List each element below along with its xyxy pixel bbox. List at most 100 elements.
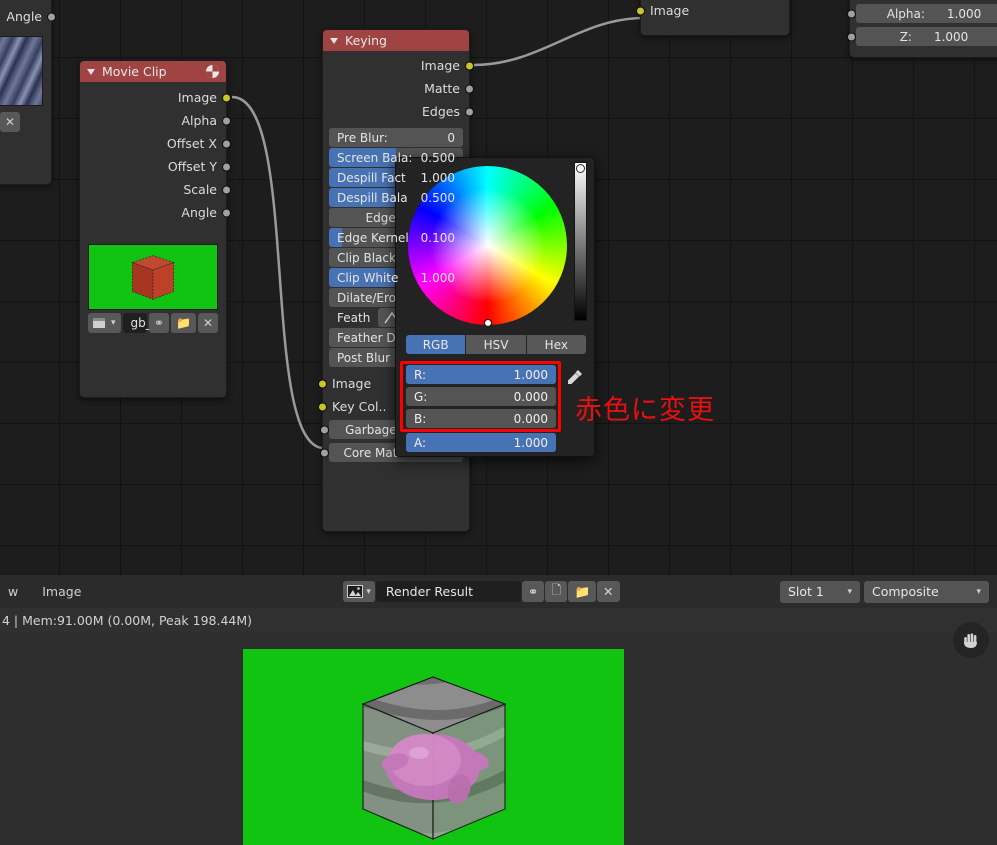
movie-clip-datablock[interactable]: ▾ gb_d ⚭ 📁 ✕ bbox=[88, 313, 218, 333]
socket-scale[interactable] bbox=[222, 185, 231, 194]
folder-icon[interactable]: 📁 bbox=[170, 313, 196, 333]
socket-row-alpha[interactable]: Alpha bbox=[80, 109, 231, 132]
socket-z-composite[interactable] bbox=[847, 32, 856, 41]
composite-node-right[interactable]: Image Alpha: 1.000 Z: 1.000 bbox=[847, 0, 997, 58]
movie-clip-icon bbox=[205, 64, 220, 79]
socket-angle[interactable] bbox=[222, 208, 231, 217]
color-wheel-cursor[interactable] bbox=[484, 319, 492, 327]
collapse-triangle-icon[interactable] bbox=[330, 37, 338, 44]
socket-label-offset-y: Offset Y bbox=[167, 159, 217, 174]
image-menu[interactable]: Image bbox=[42, 584, 81, 599]
image-editor-header[interactable]: w Image ▾ Render Result ⚭ 🗋 📁 ✕ Slot 1 ▾… bbox=[0, 575, 997, 608]
socket-image[interactable] bbox=[222, 93, 231, 102]
socket-row-scale[interactable]: Scale bbox=[80, 178, 231, 201]
image-node-top[interactable]: Image bbox=[636, 0, 790, 36]
prop-clip-white[interactable]: Clip White 1.000 bbox=[329, 268, 463, 287]
tab-rgb[interactable]: RGB bbox=[406, 335, 466, 354]
socket-offset-y[interactable] bbox=[222, 162, 231, 171]
socket-key-color[interactable] bbox=[318, 402, 327, 411]
compositor-node-editor[interactable]: Angle ⚭ 📁 ✕ Movie Clip bbox=[0, 0, 997, 575]
tab-hex[interactable]: Hex bbox=[526, 335, 586, 354]
shield-icon[interactable]: ⚭ bbox=[148, 313, 169, 333]
prop-screen-balance[interactable]: Screen Bala: 0.500 bbox=[329, 148, 463, 167]
color-mode-tabs[interactable]: RGB HSV Hex bbox=[406, 335, 586, 354]
socket-row-angle[interactable]: Angle bbox=[80, 201, 231, 224]
socket-offset-x[interactable] bbox=[222, 139, 231, 148]
image-editor[interactable]: w Image ▾ Render Result ⚭ 🗋 📁 ✕ Slot 1 ▾… bbox=[0, 575, 997, 845]
socket-label-angle: Angle bbox=[181, 205, 217, 220]
channel-b[interactable]: B: 0.000 bbox=[406, 409, 556, 428]
socket-label-image: Image bbox=[420, 58, 460, 73]
movie-clip-node-header[interactable]: Movie Clip bbox=[80, 61, 226, 82]
socket-label-image-in: Image bbox=[332, 376, 372, 391]
value-slider-cursor[interactable] bbox=[576, 164, 585, 173]
socket-garbage-matte[interactable] bbox=[320, 425, 329, 434]
shield-icon[interactable]: ⚭ bbox=[521, 581, 545, 602]
socket-label-key-color: Key Col.. bbox=[332, 399, 387, 414]
socket-label-offset-x: Offset X bbox=[166, 136, 217, 151]
socket-image-top[interactable] bbox=[636, 6, 645, 15]
channel-g-value: 0.000 bbox=[513, 389, 548, 404]
copy-icon[interactable]: 🗋 bbox=[545, 581, 568, 602]
socket-row-matte[interactable]: Matte bbox=[323, 77, 474, 100]
slot-label: Slot 1 bbox=[788, 584, 824, 599]
socket-matte[interactable] bbox=[465, 84, 474, 93]
hand-icon[interactable] bbox=[953, 622, 989, 658]
value-slider[interactable] bbox=[574, 162, 587, 321]
socket-edges[interactable] bbox=[465, 107, 474, 116]
socket-alpha[interactable] bbox=[222, 116, 231, 125]
channel-a-label: A: bbox=[414, 435, 427, 450]
eyedropper-icon[interactable] bbox=[565, 367, 585, 387]
close-icon[interactable]: ✕ bbox=[0, 112, 21, 132]
image-datablock-name[interactable]: Render Result bbox=[375, 581, 521, 602]
close-icon[interactable]: ✕ bbox=[597, 581, 620, 602]
socket-image-in[interactable] bbox=[318, 379, 327, 388]
editor-type-menu[interactable]: w bbox=[8, 584, 18, 599]
collapse-triangle-icon[interactable] bbox=[87, 68, 95, 75]
socket-row-image-out[interactable]: Image bbox=[323, 54, 474, 77]
socket-row-edges[interactable]: Edges bbox=[323, 100, 474, 123]
socket-image-out[interactable] bbox=[465, 61, 474, 70]
tab-hsv[interactable]: HSV bbox=[466, 335, 526, 354]
image-node-buttons[interactable]: ⚭ 📁 ✕ bbox=[0, 112, 43, 132]
channel-r[interactable]: R: 1.000 bbox=[406, 365, 556, 384]
channel-g[interactable]: G: 0.000 bbox=[406, 387, 556, 406]
socket-row-z-composite[interactable]: Z: 1.000 bbox=[847, 25, 997, 48]
prop-despill-factor[interactable]: Despill Fact 1.000 bbox=[329, 168, 463, 187]
image-canvas[interactable] bbox=[0, 632, 997, 845]
socket-row-angle[interactable]: Angle bbox=[0, 5, 56, 28]
clip-browse-icon[interactable]: ▾ bbox=[88, 313, 121, 333]
layer-label: Composite bbox=[872, 584, 939, 599]
socket-row-alpha-composite[interactable]: Alpha: 1.000 bbox=[847, 2, 997, 25]
channel-b-value: 0.000 bbox=[513, 411, 548, 426]
keying-node-title: Keying bbox=[345, 33, 387, 48]
image-browse-icon[interactable]: ▾ bbox=[343, 581, 375, 602]
socket-core-matte[interactable] bbox=[320, 448, 329, 457]
channel-g-label: G: bbox=[414, 389, 428, 404]
socket-label-image-top: Image bbox=[650, 3, 690, 18]
rendered-image bbox=[243, 649, 624, 845]
slot-dropdown[interactable]: Slot 1 ▾ bbox=[780, 580, 860, 603]
socket-row-offset-y[interactable]: Offset Y bbox=[80, 155, 231, 178]
movie-clip-node[interactable]: Movie Clip Image Alpha Offset X Offset Y… bbox=[79, 60, 231, 398]
socket-angle[interactable] bbox=[47, 12, 56, 21]
socket-row-image-top[interactable]: Image bbox=[636, 0, 789, 22]
socket-label-edges: Edges bbox=[422, 104, 460, 119]
layer-dropdown[interactable]: Composite ▾ bbox=[864, 580, 989, 603]
prop-despill-balance[interactable]: Despill Bala 0.500 bbox=[329, 188, 463, 207]
channel-r-value: 1.000 bbox=[513, 367, 548, 382]
clip-name-field[interactable]: gb_d bbox=[122, 313, 159, 333]
prop-edge-kernel-tolerance[interactable]: Edge Kernel 0.100 bbox=[329, 228, 463, 247]
keying-node-header[interactable]: Keying bbox=[323, 30, 469, 51]
channel-a[interactable]: A: 1.000 bbox=[406, 433, 556, 452]
image-node-left[interactable]: Angle ⚭ 📁 ✕ bbox=[0, 0, 56, 185]
channel-a-value: 1.000 bbox=[513, 435, 548, 450]
image-node-preview bbox=[0, 36, 43, 106]
socket-row-image[interactable]: Image bbox=[80, 86, 231, 109]
socket-alpha-composite[interactable] bbox=[847, 9, 856, 18]
close-icon[interactable]: ✕ bbox=[197, 313, 218, 333]
folder-icon[interactable]: 📁 bbox=[568, 581, 597, 602]
socket-label-scale: Scale bbox=[183, 182, 217, 197]
prop-pre-blur[interactable]: Pre Blur: 0 bbox=[329, 128, 463, 147]
socket-row-offset-x[interactable]: Offset X bbox=[80, 132, 231, 155]
